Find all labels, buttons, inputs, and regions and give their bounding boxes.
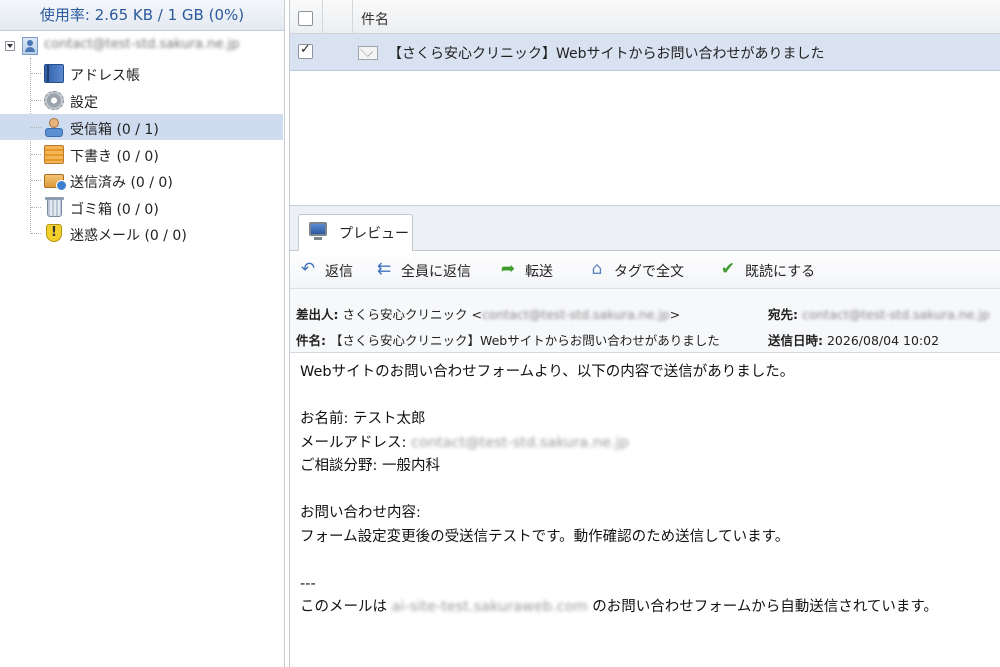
- reply-all-icon: ⇇: [376, 259, 392, 279]
- preview-toolbar: ↶ 返信 ⇇ 全員に返信 ➦ 転送 ⌂ タグで全文 ✔ 既読にする: [290, 251, 1000, 289]
- folder-inbox[interactable]: 受信箱 (0 / 1): [0, 114, 283, 140]
- preview-pane: プレビュー ↶ 返信 ⇇ 全員に返信 ➦ 転送 ⌂ タグで全文 ✔ 既読にする …: [289, 206, 1000, 667]
- body-footer-site: ai-site-test.sakuraweb.com: [391, 599, 588, 615]
- envelope-icon: [358, 46, 378, 60]
- reply-icon: ↶: [300, 259, 316, 279]
- reply-all-button[interactable]: ⇇ 全員に返信: [374, 259, 480, 281]
- account-icon: [22, 37, 38, 55]
- body-footer: このメールは ai-site-test.sakuraweb.com のお問い合わ…: [300, 599, 938, 615]
- folder-drafts[interactable]: 下書き (0 / 0): [0, 141, 283, 167]
- collapse-toggle-icon[interactable]: [5, 41, 15, 51]
- body-inquiry-label: お問い合わせ内容:: [300, 505, 421, 521]
- folder-spam[interactable]: 迷惑メール (0 / 0): [0, 220, 283, 246]
- folder-label: 下書き (0 / 0): [70, 149, 159, 165]
- forward-button[interactable]: ➦ 転送: [498, 259, 564, 281]
- tab-strip: プレビュー: [290, 206, 1000, 252]
- body-name: お名前: テスト太郎: [300, 411, 426, 427]
- folder-address-book[interactable]: アドレス帳: [0, 60, 283, 86]
- message-list-header: 件名: [290, 0, 1000, 34]
- forward-icon: ➦: [500, 259, 516, 279]
- body-email-value: contact@test-std.sakura.ne.jp: [411, 434, 629, 451]
- account-name: contact@test-std.sakura.ne.jp: [44, 37, 240, 52]
- folder-label: 送信済み (0 / 0): [70, 175, 173, 191]
- spam-icon: [44, 224, 64, 243]
- tab-label: プレビュー: [339, 226, 409, 242]
- column-header-subject[interactable]: 件名: [361, 9, 389, 29]
- checkmark-icon: ✔: [720, 259, 736, 279]
- message-row[interactable]: 【さくら安心クリニック】Webサイトからお問い合わせがありました: [290, 34, 1000, 71]
- drafts-icon: [44, 145, 64, 164]
- from-email: contact@test-std.sakura.ne.jp: [481, 307, 670, 322]
- body-intro: Webサイトのお問い合わせフォームより、以下の内容で送信がありました。: [300, 364, 795, 380]
- folder-panel: 使用率: 2.65 KB / 1 GB (0%) contact@test-st…: [0, 0, 285, 667]
- to-email: contact@test-std.sakura.ne.jp: [801, 307, 990, 322]
- header-from: 差出人: さくら安心クリニック <contact@test-std.sakura…: [296, 307, 681, 322]
- folder-sent[interactable]: 送信済み (0 / 0): [0, 167, 283, 193]
- body-email: メールアドレス: contact@test-std.sakura.ne.jp: [300, 434, 629, 451]
- tag-icon: ⌂: [591, 259, 603, 279]
- folder-label: アドレス帳: [70, 68, 140, 84]
- inbox-icon: [44, 118, 64, 137]
- header-date: 送信日時: 2026/08/04 10:02: [768, 333, 940, 348]
- message-body: Webサイトのお問い合わせフォームより、以下の内容で送信がありました。 お名前:…: [300, 361, 990, 620]
- folder-label: 迷惑メール (0 / 0): [70, 228, 187, 244]
- storage-usage: 使用率: 2.65 KB / 1 GB (0%): [0, 0, 284, 31]
- sent-icon: [44, 174, 67, 191]
- account-node[interactable]: contact@test-std.sakura.ne.jp: [0, 36, 284, 56]
- message-checkbox[interactable]: [298, 42, 313, 59]
- header-to: 宛先: contact@test-std.sakura.ne.jp: [768, 307, 990, 322]
- message-list: 件名 【さくら安心クリニック】Webサイトからお問い合わせがありました: [289, 0, 1000, 206]
- trash-icon: [45, 197, 64, 217]
- body-inquiry-text: フォーム設定変更後の受送信テストです。動作確認のため送信しています。: [300, 528, 790, 545]
- folder-trash[interactable]: ゴミ箱 (0 / 0): [0, 194, 283, 220]
- reply-button[interactable]: ↶ 返信: [298, 259, 358, 281]
- body-category: ご相談分野: 一般内科: [300, 458, 440, 474]
- monitor-icon: [309, 222, 327, 240]
- tag-fulltext-button[interactable]: ⌂ タグで全文: [587, 259, 692, 281]
- select-all-checkbox[interactable]: [298, 11, 313, 26]
- address-book-icon: [44, 64, 64, 83]
- header-subject: 件名: 【さくら安心クリニック】Webサイトからお問い合わせがありました: [296, 333, 720, 348]
- tab-preview[interactable]: プレビュー: [298, 214, 413, 252]
- body-separator: ---: [300, 575, 316, 592]
- folder-settings[interactable]: 設定: [0, 87, 283, 113]
- folder-label: 設定: [70, 95, 98, 111]
- folder-label: 受信箱 (0 / 1): [70, 122, 159, 138]
- message-subject: 【さくら安心クリニック】Webサイトからお問い合わせがありました: [388, 46, 825, 62]
- folder-label: ゴミ箱 (0 / 0): [70, 202, 159, 218]
- mark-read-button[interactable]: ✔ 既読にする: [718, 259, 824, 281]
- gear-icon: [44, 91, 64, 110]
- message-headers: 差出人: さくら安心クリニック <contact@test-std.sakura…: [290, 289, 1000, 353]
